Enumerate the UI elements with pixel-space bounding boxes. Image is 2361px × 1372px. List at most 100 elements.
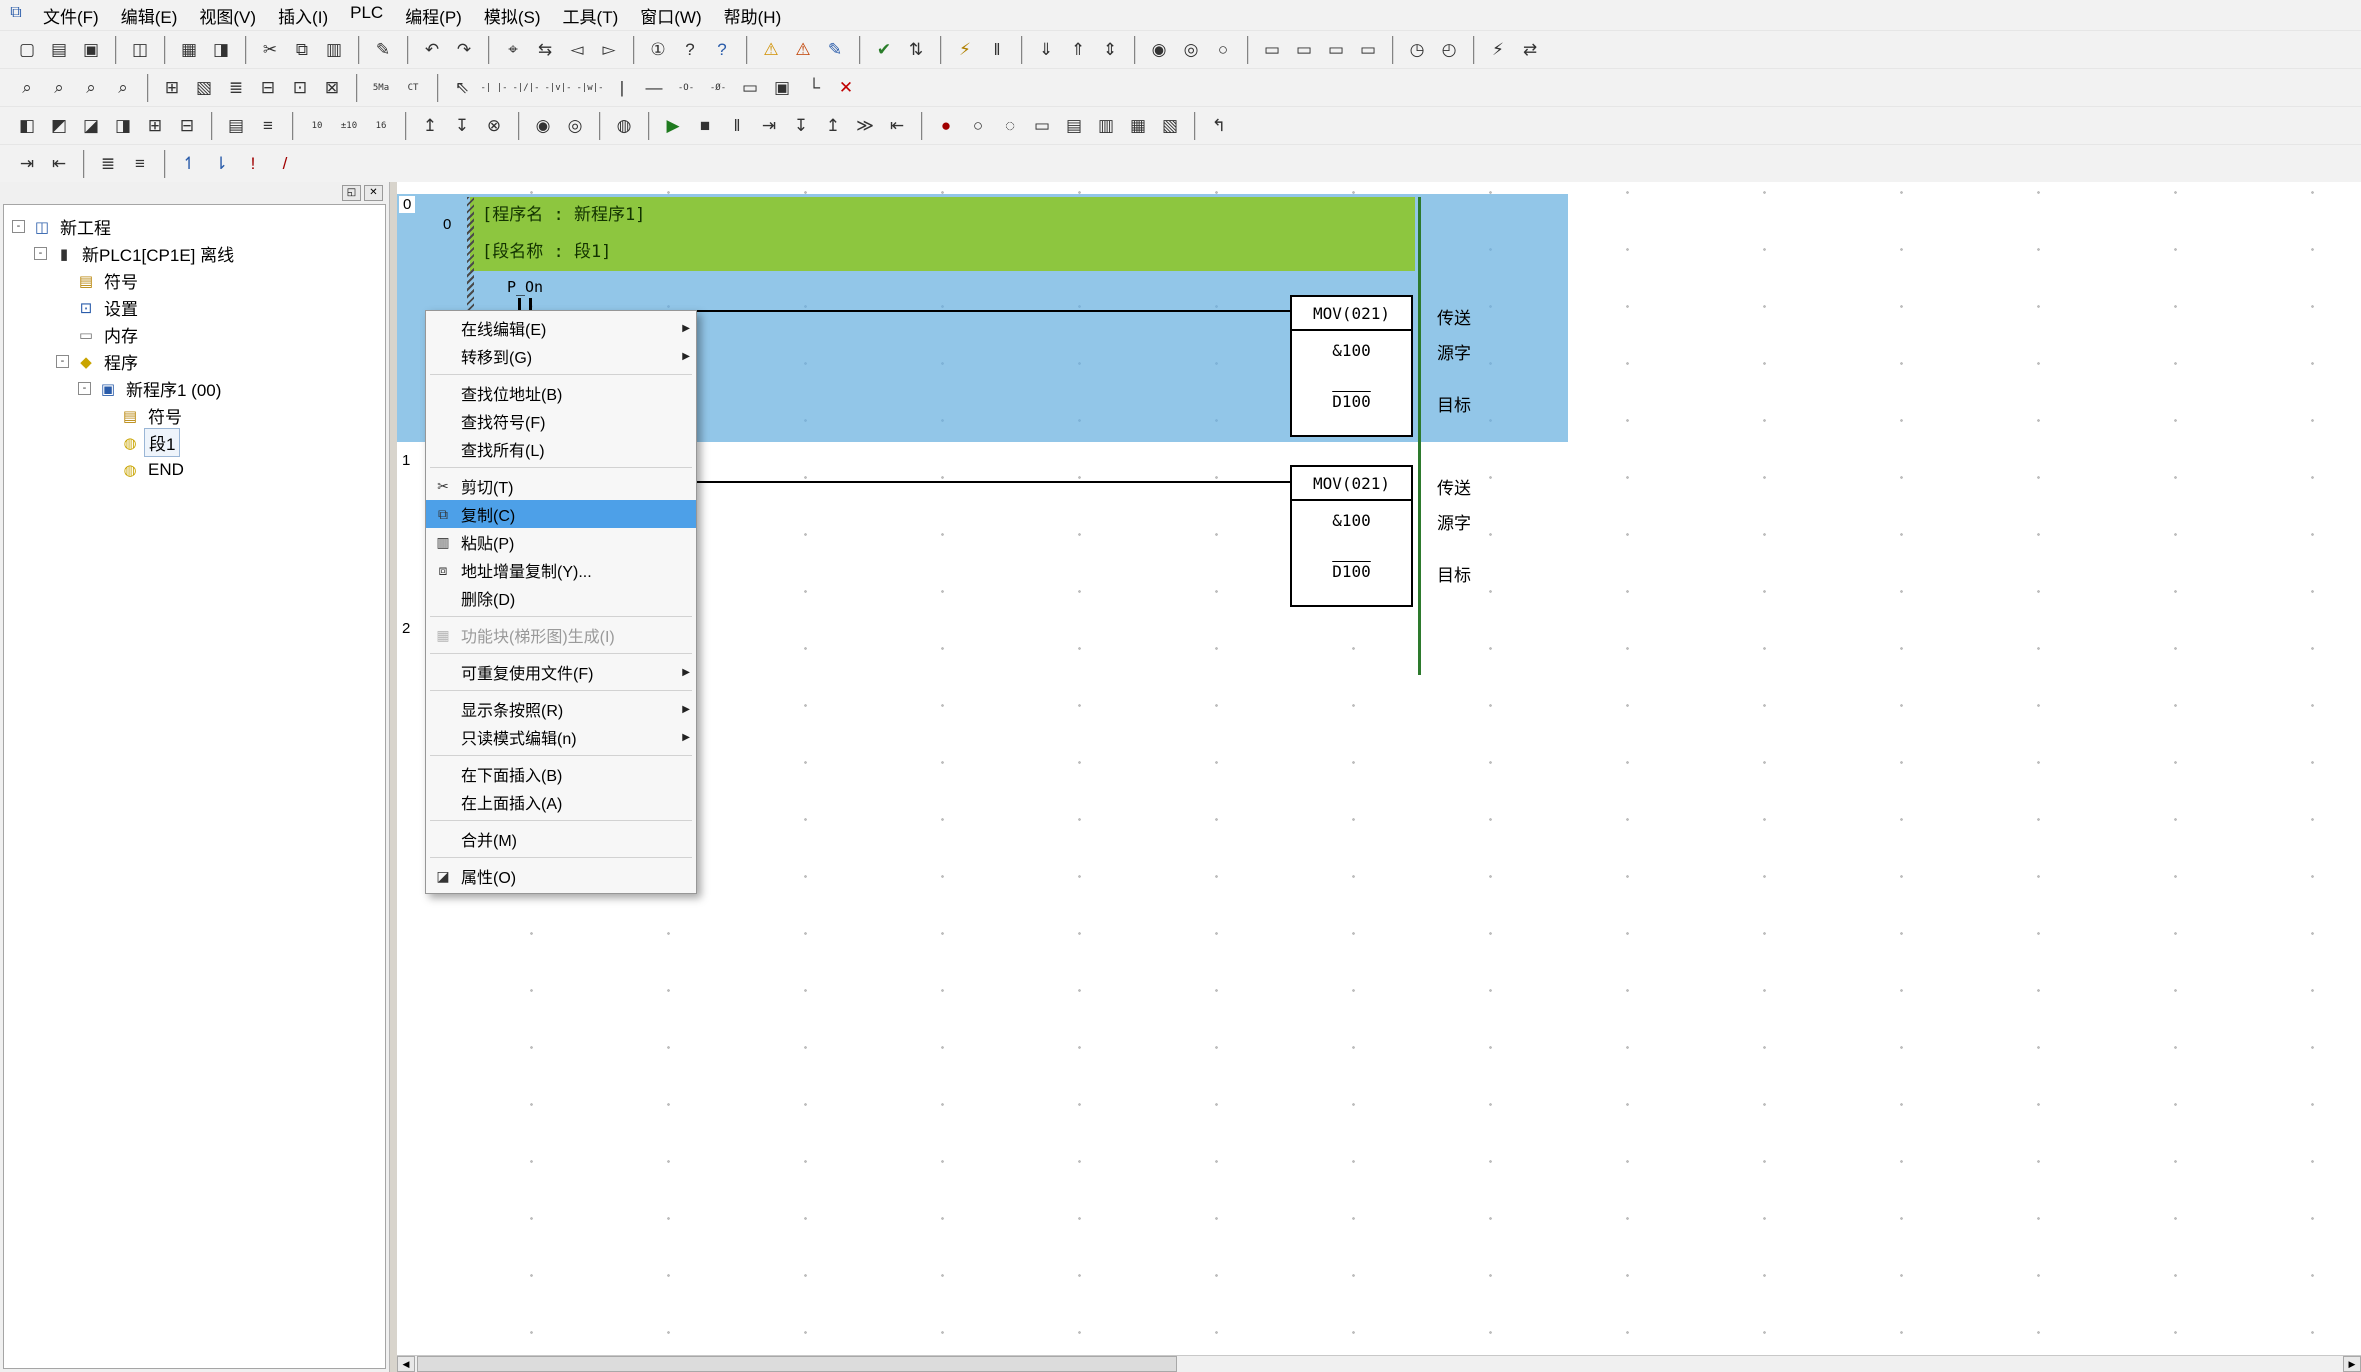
new-contact-button[interactable]: -| |- [479, 74, 509, 102]
tree-item-settings[interactable]: ⊡设置 [4, 294, 385, 321]
new-closed-contact-button[interactable]: -|/|- [511, 74, 541, 102]
instruction-operand-2[interactable]: D100 [1292, 562, 1411, 581]
breakpoint-clear-all-button[interactable]: ◌ [995, 112, 1025, 140]
menu-item-help[interactable]: 帮助(H) [713, 0, 793, 32]
print-preview-button[interactable]: ◨ [206, 36, 236, 64]
copy-button[interactable]: ⧉ [287, 36, 317, 64]
new-or-contact-button[interactable]: -|v|- [543, 74, 573, 102]
search-next-button[interactable]: ▻ [594, 36, 624, 64]
insert-below-item[interactable]: 在下面插入(B) [426, 760, 696, 788]
delete-item[interactable]: 删除(D) [426, 584, 696, 612]
online-edit-item[interactable]: 在线编辑(E)▶ [426, 314, 696, 342]
context-help-button[interactable]: ? [707, 36, 737, 64]
program-mode-button[interactable]: ○ [1208, 36, 1238, 64]
marker-down-button[interactable]: ⇂ [206, 150, 236, 178]
menu-item-file[interactable]: 文件(F) [32, 0, 110, 32]
monitor-window-4-button[interactable]: ▭ [1353, 36, 1383, 64]
new-button[interactable]: ▢ [12, 36, 42, 64]
show-annotation-button[interactable]: ⊠ [317, 74, 347, 102]
mnemonic-view-button[interactable]: 5Ma [366, 74, 396, 102]
new-instruction-button[interactable]: ▭ [735, 74, 765, 102]
compile-program-button[interactable]: ⚠ [756, 36, 786, 64]
rung-comment-block[interactable]: [程序名 : 新程序1] [段名称 : 段1] [470, 197, 1415, 271]
show-bars-item[interactable]: 显示条按照(R)▶ [426, 695, 696, 723]
cycle-time-button[interactable]: ◷ [1402, 36, 1432, 64]
online-connect-button[interactable]: ⚡ [1483, 36, 1513, 64]
monitor-signed-button[interactable]: ±10 [334, 112, 364, 140]
redo-button[interactable]: ↷ [449, 36, 479, 64]
force-cancel-button[interactable]: ⊗ [479, 112, 509, 140]
sim-step-out-button[interactable]: ↥ [818, 112, 848, 140]
instruction-operand-2[interactable]: D100 [1292, 392, 1411, 411]
instruction-operand-1[interactable]: &100 [1292, 341, 1411, 360]
address-reference-button[interactable]: ⊟ [172, 112, 202, 140]
data-trace-button[interactable]: ▦ [1123, 112, 1153, 140]
menu-item-edit[interactable]: 编辑(E) [110, 0, 189, 32]
symbol-table-button[interactable]: ▤ [221, 112, 251, 140]
find-symbol-item[interactable]: 查找符号(F) [426, 407, 696, 435]
reusable-file-item[interactable]: 可重复使用文件(F)▶ [426, 658, 696, 686]
sim-window-button[interactable]: ▭ [1027, 112, 1057, 140]
sim-pause-button[interactable]: ‖ [722, 112, 752, 140]
program-transfer-button[interactable]: ⇅ [901, 36, 931, 64]
workspace-window-button[interactable]: ◧ [12, 112, 42, 140]
grid-toggle-button[interactable]: ⊞ [157, 74, 187, 102]
tree-item-programs[interactable]: -◆程序 [4, 348, 385, 375]
menu-item-program[interactable]: 编程(P) [394, 0, 473, 32]
sim-step-in-button[interactable]: ↧ [786, 112, 816, 140]
zoom-in-button[interactable]: ⌕ [12, 74, 42, 102]
breakpoint-set-button[interactable]: ● [931, 112, 961, 140]
sim-scan-run-button[interactable]: ⇤ [882, 112, 912, 140]
scrollbar-thumb[interactable] [417, 1356, 1177, 1372]
sim-run-button[interactable]: ▶ [658, 112, 688, 140]
rung-list-button[interactable]: ≣ [221, 74, 251, 102]
reset-bit-button[interactable]: ◎ [560, 112, 590, 140]
read-only-edit-item[interactable]: 只读模式编辑(n)▶ [426, 723, 696, 751]
breakpoint-clear-button[interactable]: ○ [963, 112, 993, 140]
line-connect-button[interactable]: └ [799, 74, 829, 102]
outdent-rung-button[interactable]: ⇤ [44, 150, 74, 178]
insert-above-item[interactable]: 在上面插入(A) [426, 788, 696, 816]
monitor-window-2-button[interactable]: ▭ [1289, 36, 1319, 64]
auto-online-button[interactable]: ⇄ [1515, 36, 1545, 64]
cut-button[interactable]: ✂ [255, 36, 285, 64]
online-edit-button[interactable]: ✎ [820, 36, 850, 64]
monitor-window-3-button[interactable]: ▭ [1321, 36, 1351, 64]
undo-button[interactable]: ↶ [417, 36, 447, 64]
close-panel-button[interactable]: ✕ [364, 185, 383, 201]
io-comment-edit-button[interactable]: ≡ [125, 150, 155, 178]
program-check-button[interactable]: ✔ [869, 36, 899, 64]
monitor-decimal-button[interactable]: 10 [302, 112, 332, 140]
work-online-button[interactable]: ⚡ [950, 36, 980, 64]
paste-item[interactable]: ▥粘贴(P) [426, 528, 696, 556]
mov-instruction-block-2[interactable]: MOV(021) &100 D100 [1290, 465, 1413, 607]
set-bit-button[interactable]: ◉ [528, 112, 558, 140]
indent-rung-button[interactable]: ⇥ [12, 150, 42, 178]
find-bit-address-item[interactable]: 查找位地址(B) [426, 379, 696, 407]
line-delete-button[interactable]: ✕ [831, 74, 861, 102]
download-to-plc-button[interactable]: ⇓ [1031, 36, 1061, 64]
force-on-button[interactable]: ↥ [415, 112, 445, 140]
tree-item-program1-symbols[interactable]: ▤符号 [4, 402, 385, 429]
find-in-project-button[interactable]: ◫ [125, 36, 155, 64]
compare-with-plc-button[interactable]: ⇕ [1095, 36, 1125, 64]
task-monitor-button[interactable]: ▤ [1059, 112, 1089, 140]
go-to-item[interactable]: 转移到(G)▶ [426, 342, 696, 370]
function-block-invoke-button[interactable]: ▣ [767, 74, 797, 102]
paste-attribute-button[interactable]: ✎ [368, 36, 398, 64]
watch-window-button[interactable]: ◪ [76, 112, 106, 140]
compile-all-button[interactable]: ⚠ [788, 36, 818, 64]
open-button[interactable]: ▤ [44, 36, 74, 64]
save-button[interactable]: ▣ [76, 36, 106, 64]
find-all-item[interactable]: 查找所有(L) [426, 435, 696, 463]
monitor-in-rung-button[interactable]: ⊡ [285, 74, 315, 102]
tree-item-program1[interactable]: -▣新程序1 (00) [4, 375, 385, 402]
search-button[interactable]: ⌖ [498, 36, 528, 64]
sim-stop-button[interactable]: ■ [690, 112, 720, 140]
collapse-expander-icon[interactable]: - [12, 220, 25, 233]
horizontal-line-button[interactable]: — [639, 74, 669, 102]
cut-item[interactable]: ✂剪切(T) [426, 472, 696, 500]
properties-item[interactable]: ◪属性(O) [426, 862, 696, 890]
address-comment-tool-button[interactable]: CT [398, 74, 428, 102]
help-button[interactable]: ? [675, 36, 705, 64]
